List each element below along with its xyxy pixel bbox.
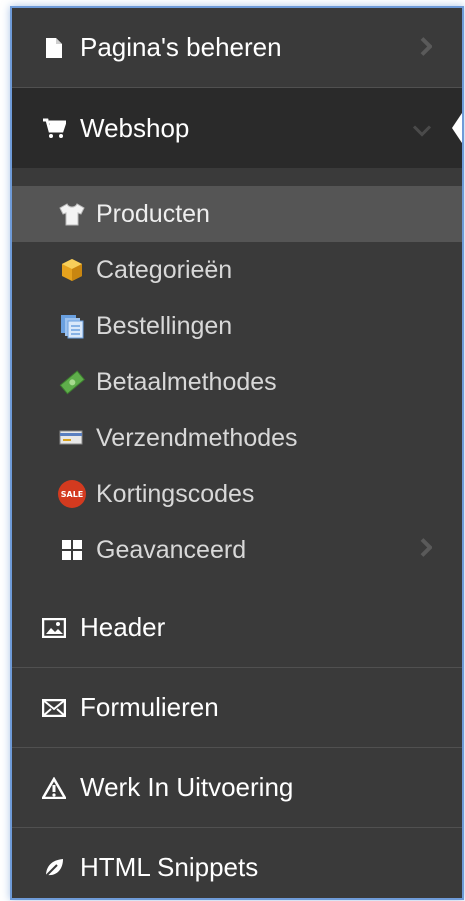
sale-badge-icon: SALE — [58, 480, 86, 508]
box-icon — [58, 256, 86, 284]
submenu-item-label: Verzendmethodes — [96, 423, 298, 452]
sale-badge-text: SALE — [58, 480, 86, 508]
submenu-item-label: Producten — [96, 199, 210, 228]
envelope-icon — [42, 696, 66, 720]
shipping-card-icon — [58, 424, 86, 452]
menu-item-html-snippets[interactable]: HTML Snippets — [12, 828, 462, 898]
submenu-item-label: Bestellingen — [96, 311, 233, 340]
submenu-item-label: Categorieën — [96, 255, 233, 284]
cart-icon — [42, 116, 66, 140]
menu-item-label: Formulieren — [80, 692, 219, 722]
submenu-item-betaalmethodes[interactable]: Betaalmethodes — [12, 354, 462, 410]
shirt-icon — [58, 200, 86, 228]
submenu-item-label: Kortingscodes — [96, 479, 255, 508]
menu-item-label: Header — [80, 612, 166, 642]
submenu-item-geavanceerd[interactable]: Geavanceerd — [12, 522, 462, 578]
menu-item-label: Pagina's beheren — [80, 32, 282, 62]
image-icon — [42, 616, 66, 640]
warning-icon — [42, 776, 66, 800]
chevron-down-icon — [412, 113, 432, 144]
sidebar-menu: Pagina's beheren Webshop Producten Categ… — [10, 6, 464, 900]
menu-item-label: HTML Snippets — [80, 852, 259, 882]
documents-icon — [58, 312, 86, 340]
leaf-icon — [42, 856, 66, 880]
submenu-item-bestellingen[interactable]: Bestellingen — [12, 298, 462, 354]
submenu-item-kortingscodes[interactable]: SALE Kortingscodes — [12, 466, 462, 522]
menu-item-webshop[interactable]: Webshop — [12, 88, 462, 168]
submenu-item-label: Geavanceerd — [96, 535, 247, 564]
menu-item-werk-in-uitvoering[interactable]: Werk In Uitvoering — [12, 748, 462, 828]
submenu-item-categorieen[interactable]: Categorieën — [12, 242, 462, 298]
submenu-item-producten[interactable]: Producten — [12, 186, 462, 242]
page-icon — [42, 36, 66, 60]
chevron-right-icon — [420, 536, 433, 565]
webshop-submenu: Producten Categorieën Bestellingen Betaa… — [12, 168, 462, 588]
chevron-right-icon — [420, 32, 433, 63]
menu-item-label: Werk In Uitvoering — [80, 772, 294, 802]
menu-item-formulieren[interactable]: Formulieren — [12, 668, 462, 748]
active-indicator — [452, 110, 462, 146]
menu-item-label: Webshop — [80, 112, 190, 143]
money-icon — [58, 368, 86, 396]
menu-item-header[interactable]: Header — [12, 588, 462, 668]
submenu-item-label: Betaalmethodes — [96, 367, 277, 396]
grid-icon — [58, 536, 86, 564]
menu-item-paginas-beheren[interactable]: Pagina's beheren — [12, 8, 462, 88]
submenu-item-verzendmethodes[interactable]: Verzendmethodes — [12, 410, 462, 466]
